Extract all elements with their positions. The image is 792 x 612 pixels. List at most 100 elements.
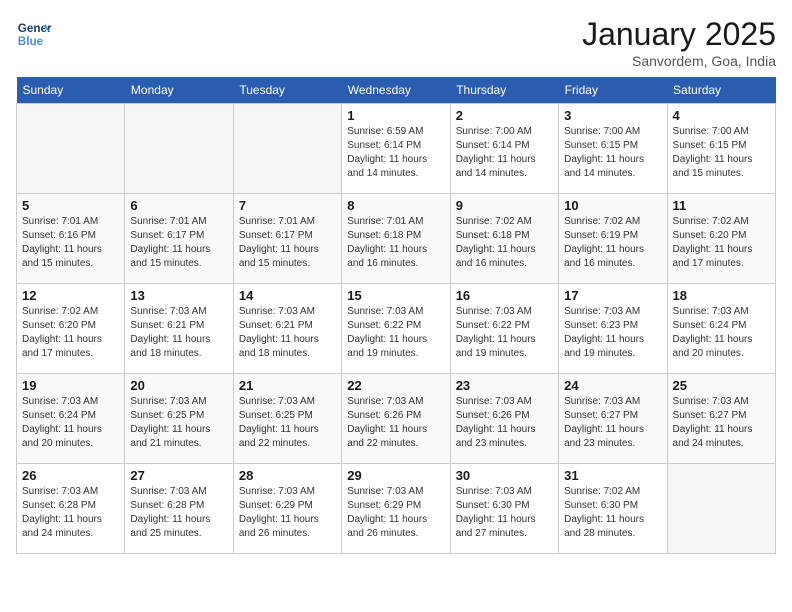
calendar-cell: 8Sunrise: 7:01 AM Sunset: 6:18 PM Daylig… — [342, 194, 450, 284]
calendar-cell: 16 Sunrise: 7:03 AM Sunset: 6:22 PM Dayli… — [450, 284, 558, 374]
day-number: 2 — [456, 108, 553, 123]
day-info: Sunrise: 7:03 AM Sunset: 6:29 PM Dayligh… — [239, 485, 336, 541]
calendar-cell: 3Sunrise: 7:00 AM Sunset: 6:15 PM Daylig… — [559, 104, 667, 194]
day-info: Sunrise: 7:00 AM Sunset: 6:15 PM Dayligh… — [673, 125, 770, 181]
calendar-cell: 17 Sunrise: 7:03 AM Sunset: 6:23 PM Dayli… — [559, 284, 667, 374]
day-number: 20 — [130, 378, 227, 393]
day-info: Sunrise: 7:00 AM Sunset: 6:14 PM Dayligh… — [456, 125, 553, 181]
calendar-cell: 20 Sunrise: 7:03 AM Sunset: 6:25 PM Dayli… — [125, 374, 233, 464]
day-number: 23 — [456, 378, 553, 393]
calendar-cell: 29Sunrise: 7:03 AM Sunset: 6:29 PM Dayli… — [342, 464, 450, 554]
day-number: 22 — [347, 378, 444, 393]
calendar-week-row: 19 Sunrise: 7:03 AM Sunset: 6:24 PM Dayli… — [17, 374, 776, 464]
calendar-cell: 7 Sunrise: 7:01 AM Sunset: 6:17 PM Daylig… — [233, 194, 341, 284]
day-number: 26 — [22, 468, 119, 483]
calendar-cell — [667, 464, 775, 554]
calendar-cell: 21 Sunrise: 7:03 AM Sunset: 6:25 PM Dayli… — [233, 374, 341, 464]
logo-icon: General Blue — [16, 16, 52, 52]
calendar-cell: 1 Sunrise: 6:59 AM Sunset: 6:14 PM Daylig… — [342, 104, 450, 194]
calendar-cell: 9 Sunrise: 7:02 AM Sunset: 6:18 PM Daylig… — [450, 194, 558, 284]
weekday-header-row: SundayMondayTuesdayWednesdayThursdayFrid… — [17, 77, 776, 104]
day-info: Sunrise: 7:03 AM Sunset: 6:28 PM Dayligh… — [22, 485, 119, 541]
day-number: 10 — [564, 198, 661, 213]
calendar-cell: 5 Sunrise: 7:01 AM Sunset: 6:16 PM Daylig… — [17, 194, 125, 284]
calendar-cell: 14 Sunrise: 7:03 AM Sunset: 6:21 PM Dayli… — [233, 284, 341, 374]
day-number: 24 — [564, 378, 661, 393]
day-info: Sunrise: 7:03 AM Sunset: 6:30 PM Dayligh… — [456, 485, 553, 541]
day-number: 9 — [456, 198, 553, 213]
calendar-cell: 27 Sunrise: 7:03 AM Sunset: 6:28 PM Dayli… — [125, 464, 233, 554]
weekday-header: Monday — [125, 77, 233, 104]
weekday-header: Saturday — [667, 77, 775, 104]
calendar-cell: 4 Sunrise: 7:00 AM Sunset: 6:15 PM Daylig… — [667, 104, 775, 194]
day-info: Sunrise: 7:02 AM Sunset: 6:18 PM Dayligh… — [456, 215, 553, 271]
day-info: Sunrise: 7:03 AM Sunset: 6:24 PM Dayligh… — [22, 395, 119, 451]
day-number: 3 — [564, 108, 661, 123]
day-info: Sunrise: 7:03 AM Sunset: 6:25 PM Dayligh… — [130, 395, 227, 451]
day-number: 21 — [239, 378, 336, 393]
weekday-header: Friday — [559, 77, 667, 104]
page-title: January 2025 — [582, 16, 776, 53]
day-number: 28 — [239, 468, 336, 483]
day-info: Sunrise: 7:03 AM Sunset: 6:21 PM Dayligh… — [239, 305, 336, 361]
calendar-cell: 24 Sunrise: 7:03 AM Sunset: 6:27 PM Dayli… — [559, 374, 667, 464]
calendar-cell: 25Sunrise: 7:03 AM Sunset: 6:27 PM Dayli… — [667, 374, 775, 464]
day-info: Sunrise: 7:01 AM Sunset: 6:16 PM Dayligh… — [22, 215, 119, 271]
day-info: Sunrise: 7:01 AM Sunset: 6:17 PM Dayligh… — [239, 215, 336, 271]
day-info: Sunrise: 7:03 AM Sunset: 6:26 PM Dayligh… — [347, 395, 444, 451]
day-info: Sunrise: 7:02 AM Sunset: 6:30 PM Dayligh… — [564, 485, 661, 541]
calendar-cell: 28 Sunrise: 7:03 AM Sunset: 6:29 PM Dayli… — [233, 464, 341, 554]
day-info: Sunrise: 7:03 AM Sunset: 6:28 PM Dayligh… — [130, 485, 227, 541]
day-info: Sunrise: 7:03 AM Sunset: 6:22 PM Dayligh… — [456, 305, 553, 361]
calendar-week-row: 26 Sunrise: 7:03 AM Sunset: 6:28 PM Dayli… — [17, 464, 776, 554]
day-number: 7 — [239, 198, 336, 213]
calendar-week-row: 12Sunrise: 7:02 AM Sunset: 6:20 PM Dayli… — [17, 284, 776, 374]
logo: General Blue — [16, 16, 52, 52]
day-info: Sunrise: 7:03 AM Sunset: 6:24 PM Dayligh… — [673, 305, 770, 361]
day-info: Sunrise: 7:03 AM Sunset: 6:26 PM Dayligh… — [456, 395, 553, 451]
calendar-table: SundayMondayTuesdayWednesdayThursdayFrid… — [16, 77, 776, 554]
calendar-cell: 31 Sunrise: 7:02 AM Sunset: 6:30 PM Dayli… — [559, 464, 667, 554]
calendar-cell: 18 Sunrise: 7:03 AM Sunset: 6:24 PM Dayli… — [667, 284, 775, 374]
day-number: 15 — [347, 288, 444, 303]
calendar-cell — [125, 104, 233, 194]
day-number: 12 — [22, 288, 119, 303]
day-number: 5 — [22, 198, 119, 213]
day-info: Sunrise: 7:03 AM Sunset: 6:23 PM Dayligh… — [564, 305, 661, 361]
day-number: 8 — [347, 198, 444, 213]
calendar-cell: 30Sunrise: 7:03 AM Sunset: 6:30 PM Dayli… — [450, 464, 558, 554]
day-number: 31 — [564, 468, 661, 483]
calendar-cell — [233, 104, 341, 194]
calendar-cell: 23 Sunrise: 7:03 AM Sunset: 6:26 PM Dayli… — [450, 374, 558, 464]
day-number: 4 — [673, 108, 770, 123]
weekday-header: Wednesday — [342, 77, 450, 104]
day-info: Sunrise: 7:03 AM Sunset: 6:29 PM Dayligh… — [347, 485, 444, 541]
calendar-week-row: 5 Sunrise: 7:01 AM Sunset: 6:16 PM Daylig… — [17, 194, 776, 284]
day-info: Sunrise: 7:03 AM Sunset: 6:25 PM Dayligh… — [239, 395, 336, 451]
calendar-cell: 10 Sunrise: 7:02 AM Sunset: 6:19 PM Dayli… — [559, 194, 667, 284]
day-number: 19 — [22, 378, 119, 393]
weekday-header: Tuesday — [233, 77, 341, 104]
day-number: 27 — [130, 468, 227, 483]
day-number: 1 — [347, 108, 444, 123]
calendar-cell — [17, 104, 125, 194]
day-number: 14 — [239, 288, 336, 303]
day-number: 25 — [673, 378, 770, 393]
day-info: Sunrise: 7:02 AM Sunset: 6:19 PM Dayligh… — [564, 215, 661, 271]
day-number: 17 — [564, 288, 661, 303]
day-number: 18 — [673, 288, 770, 303]
calendar-cell: 13Sunrise: 7:03 AM Sunset: 6:21 PM Dayli… — [125, 284, 233, 374]
calendar-cell: 2 Sunrise: 7:00 AM Sunset: 6:14 PM Daylig… — [450, 104, 558, 194]
svg-text:Blue: Blue — [18, 35, 44, 48]
day-number: 13 — [130, 288, 227, 303]
day-info: Sunrise: 6:59 AM Sunset: 6:14 PM Dayligh… — [347, 125, 444, 181]
calendar-cell: 12Sunrise: 7:02 AM Sunset: 6:20 PM Dayli… — [17, 284, 125, 374]
day-info: Sunrise: 7:03 AM Sunset: 6:27 PM Dayligh… — [564, 395, 661, 451]
day-info: Sunrise: 7:02 AM Sunset: 6:20 PM Dayligh… — [673, 215, 770, 271]
page-header: General Blue January 2025 Sanvordem, Goa… — [16, 16, 776, 69]
day-number: 16 — [456, 288, 553, 303]
calendar-cell: 15Sunrise: 7:03 AM Sunset: 6:22 PM Dayli… — [342, 284, 450, 374]
weekday-header: Sunday — [17, 77, 125, 104]
calendar-cell: 6Sunrise: 7:01 AM Sunset: 6:17 PM Daylig… — [125, 194, 233, 284]
calendar-cell: 22 Sunrise: 7:03 AM Sunset: 6:26 PM Dayli… — [342, 374, 450, 464]
